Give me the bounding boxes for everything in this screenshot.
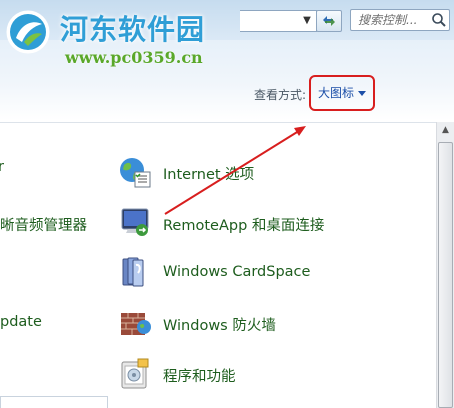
refresh-icon <box>323 16 335 26</box>
watermark-logo-icon <box>6 10 50 54</box>
vertical-scrollbar[interactable]: ▲ <box>436 122 454 408</box>
internet-options-icon[interactable] <box>118 155 152 189</box>
search-input[interactable] <box>351 10 429 30</box>
bottom-panel-edge <box>0 396 108 408</box>
firewall-label[interactable]: Windows 防火墙 <box>163 314 276 335</box>
watermark-url: www.pc0359.cn <box>65 48 203 67</box>
scroll-thumb[interactable] <box>438 142 453 408</box>
view-by-label: 查看方式: <box>254 88 307 102</box>
firewall-icon[interactable] <box>118 305 152 339</box>
annotation-highlight-box <box>309 75 375 111</box>
list-item-cut-2[interactable]: 晰音频管理器 <box>0 214 87 235</box>
internet-options-label[interactable]: Internet 选项 <box>163 163 254 184</box>
remoteapp-label[interactable]: RemoteApp 和桌面连接 <box>163 214 324 235</box>
programs-features-icon[interactable] <box>118 356 152 390</box>
list-item-cut-1[interactable]: r <box>0 159 4 175</box>
watermark-title: 河东软件园 <box>60 13 206 46</box>
programs-features-label[interactable]: 程序和功能 <box>163 365 236 386</box>
cardspace-label[interactable]: Windows CardSpace <box>163 264 310 280</box>
refresh-button[interactable] <box>316 10 342 32</box>
cardspace-icon[interactable] <box>118 255 152 289</box>
search-icon[interactable] <box>431 12 447 28</box>
list-item-cut-3[interactable]: pdate <box>0 314 42 330</box>
address-dropdown-icon[interactable]: ▼ <box>299 13 315 29</box>
scroll-up-icon[interactable]: ▲ <box>437 122 454 139</box>
remoteapp-icon[interactable] <box>118 205 152 239</box>
search-box[interactable] <box>350 9 450 31</box>
